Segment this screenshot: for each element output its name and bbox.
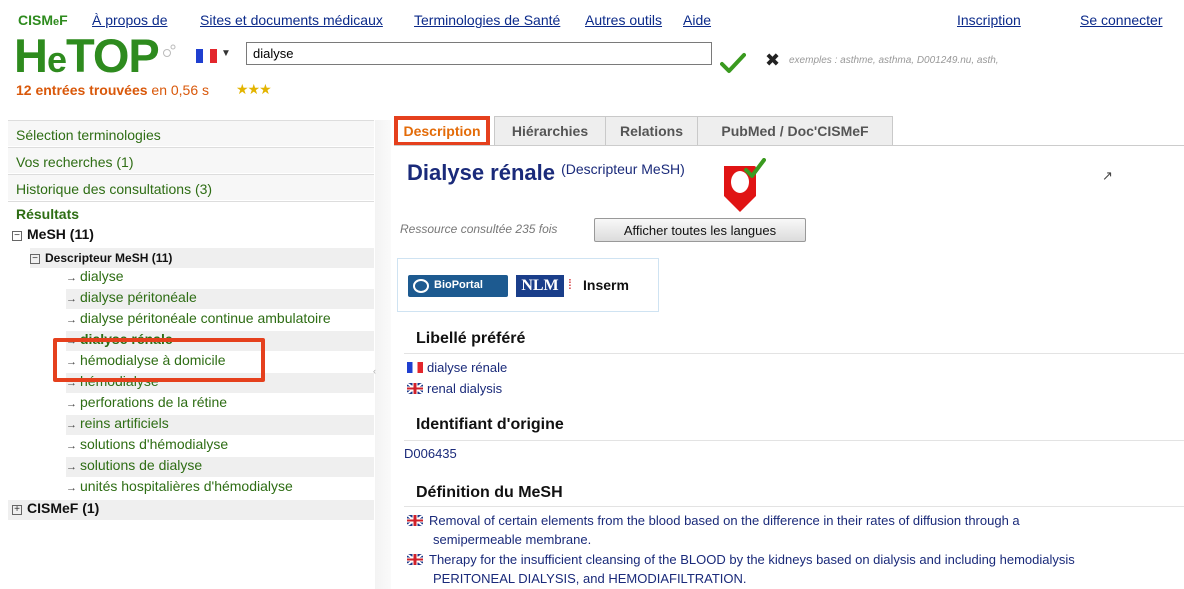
inserm-logo[interactable]: Inserm	[583, 277, 629, 293]
descriptor-type: (Descripteur MeSH)	[561, 161, 685, 177]
flag-uk-icon	[407, 515, 423, 526]
expand-toggle-icon[interactable]: +	[12, 505, 22, 515]
arrow-right-icon: →	[66, 398, 77, 410]
annotation-highlight-box	[53, 338, 265, 382]
arrow-right-icon: →	[66, 314, 77, 326]
tree-leaf-reins-artificiels[interactable]: → reins artificiels	[66, 415, 374, 435]
flag-uk-icon	[407, 383, 423, 394]
nav-link-health-terminologies[interactable]: Terminologies de Santé	[414, 12, 560, 28]
nlm-logo[interactable]: NLM	[516, 275, 564, 297]
section-divider	[404, 506, 1184, 507]
descriptor-title: Dialyse rénale (Descripteur MeSH)	[407, 160, 685, 185]
tab-relations[interactable]: Relations	[605, 116, 698, 146]
nav-link-other-tools[interactable]: Autres outils	[585, 12, 662, 28]
definition-1: Removal of certain elements from the blo…	[407, 511, 1184, 549]
search-examples-hint: exemples : asthme, asthma, D001249.nu, a…	[789, 55, 999, 66]
tab-description[interactable]: Description	[394, 116, 490, 146]
top-navigation-bar: CISMeF À propos de Sites et documents mé…	[0, 0, 1184, 34]
arrow-right-icon: →	[66, 419, 77, 431]
nav-link-medical-sites[interactable]: Sites et documents médicaux	[200, 12, 383, 28]
arrow-right-icon: →	[66, 440, 77, 452]
inserm-mark-icon: ⁞	[568, 276, 572, 292]
collapse-toggle-icon[interactable]: −	[12, 231, 22, 241]
sidebar-item-consultation-history[interactable]: Historique des consultations (3)	[8, 174, 374, 200]
origin-id-heading: Identifiant d'origine	[416, 416, 564, 433]
tab-pubmed-doc-cismef[interactable]: PubMed / Doc'CISMeF	[697, 116, 893, 146]
mesh-definition-heading: Définition du MeSH	[416, 484, 563, 501]
panel-splitter[interactable]	[375, 120, 391, 589]
consultation-count: Ressource consultée 235 fois	[400, 222, 558, 236]
tree-leaf-dialyse-peritoneale[interactable]: → dialyse péritonéale	[66, 289, 374, 309]
tab-hierarchies[interactable]: Hiérarchies	[494, 116, 606, 146]
origin-id-value[interactable]: D006435	[404, 446, 457, 461]
hetop-logo[interactable]: HeTOP	[14, 32, 160, 83]
show-all-languages-button[interactable]: Afficher toutes les langues	[594, 218, 806, 242]
language-flag-fr-icon[interactable]	[196, 49, 217, 63]
search-input[interactable]	[246, 42, 712, 65]
signup-link[interactable]: Inscription	[957, 12, 1021, 28]
language-dropdown-caret-icon[interactable]: ▼	[221, 48, 231, 59]
collapse-toggle-icon[interactable]: −	[30, 254, 40, 264]
tab-divider	[394, 145, 1184, 146]
sidebar-item-terminology-selection[interactable]: Sélection terminologies	[8, 120, 374, 146]
preferred-term-fr[interactable]: dialyse rénale	[407, 360, 507, 375]
section-divider	[404, 440, 1184, 441]
external-link-icon[interactable]: ↗	[1102, 168, 1113, 184]
definition-2: Therapy for the insufficient cleansing o…	[407, 550, 1184, 588]
logo-orbit-icon	[163, 44, 176, 57]
results-heading: Résultats	[16, 206, 80, 222]
nav-link-help[interactable]: Aide	[683, 12, 711, 28]
arrow-right-icon: →	[66, 293, 77, 305]
arrow-right-icon: →	[66, 482, 77, 494]
flag-uk-icon	[407, 554, 423, 565]
splitter-grip-icon[interactable]: ‹	[373, 366, 376, 376]
result-summary: 12 entrées trouvées en 0,56 s	[16, 82, 210, 98]
location-pin-annotation-icon	[724, 158, 766, 212]
nav-link-about[interactable]: À propos de	[92, 12, 168, 28]
bioportal-disc-icon	[413, 279, 429, 293]
tree-node-mesh-descriptor[interactable]: − Descripteur MeSH (11)	[30, 248, 374, 268]
cismef-brand-link[interactable]: CISMeF	[18, 12, 68, 28]
rating-stars-icon: ★★★	[236, 81, 272, 97]
partner-logos: BioPortal NLM ⁞ Inserm	[397, 258, 659, 312]
sidebar-item-my-searches[interactable]: Vos recherches (1)	[8, 147, 374, 173]
preferred-label-heading: Libellé préféré	[416, 330, 526, 347]
flag-fr-icon	[407, 362, 423, 373]
tree-node-mesh[interactable]: − MeSH (11)	[12, 226, 378, 246]
tree-node-cismef[interactable]: + CISMeF (1)	[8, 500, 374, 520]
arrow-right-icon: →	[66, 272, 77, 284]
bioportal-logo[interactable]: BioPortal	[408, 275, 508, 297]
login-link[interactable]: Se connecter	[1080, 12, 1163, 28]
section-divider	[404, 353, 1184, 354]
tree-leaf-solutions-dialyse[interactable]: → solutions de dialyse	[66, 457, 374, 477]
clear-search-icon[interactable]: ✖	[765, 50, 780, 71]
arrow-right-icon: →	[66, 461, 77, 473]
preferred-term-en[interactable]: renal dialysis	[407, 381, 502, 396]
search-submit-check-icon[interactable]	[720, 52, 746, 74]
